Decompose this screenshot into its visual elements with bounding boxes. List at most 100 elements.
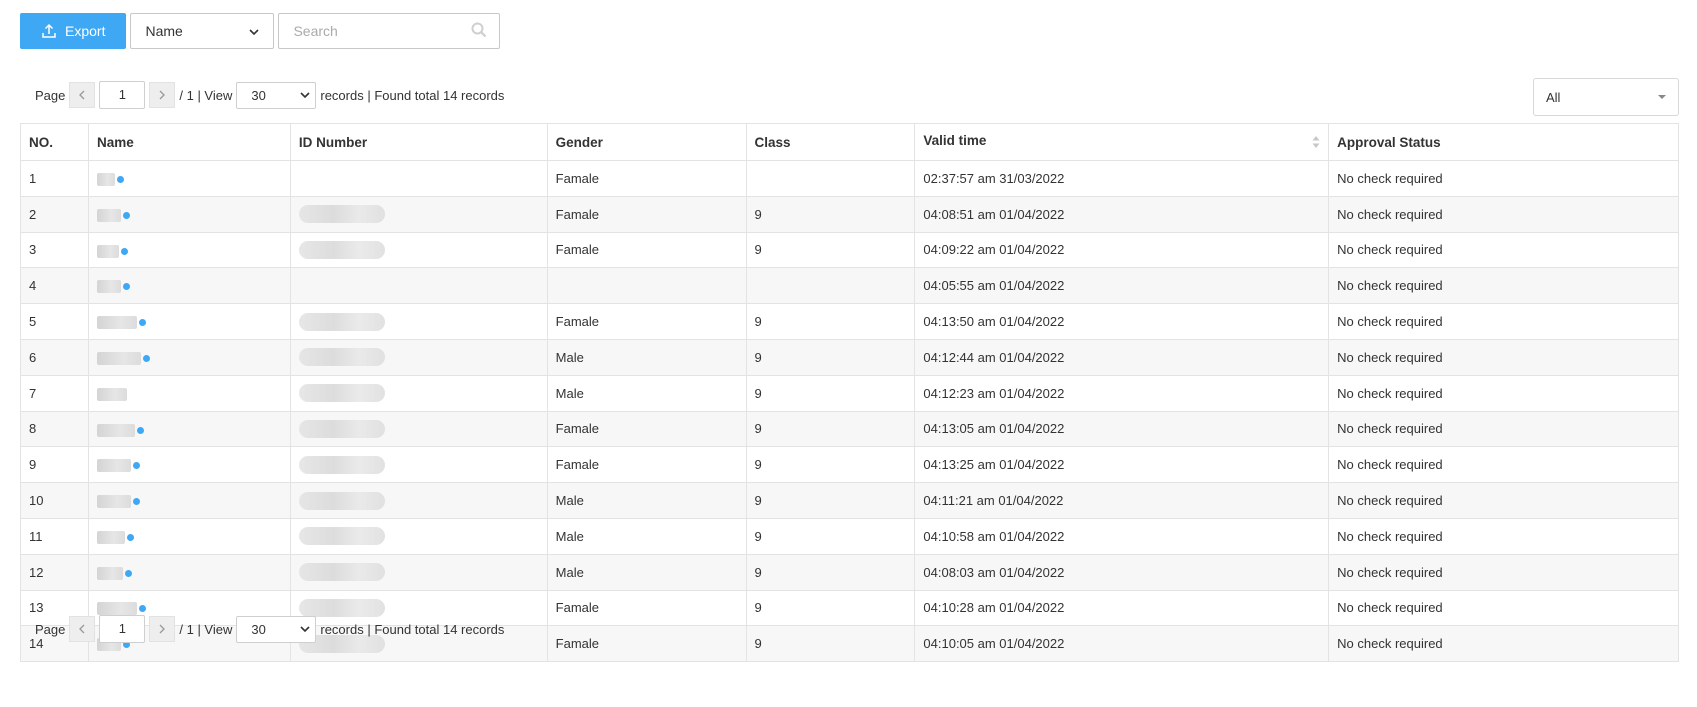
cell-no: 8 bbox=[20, 410, 89, 448]
cell-approval-status: No check required bbox=[1328, 410, 1679, 448]
column-header-approval-status[interactable]: Approval Status bbox=[1328, 123, 1679, 161]
cell-valid-time: 02:37:57 am 31/03/2022 bbox=[914, 160, 1330, 197]
search-field-value: Name bbox=[145, 23, 183, 39]
search-icon[interactable] bbox=[471, 22, 487, 41]
table-row[interactable]: 8 Famale 9 04:13:05 am 01/04/2022 No check r… bbox=[20, 410, 1679, 448]
cell-name[interactable] bbox=[87, 410, 291, 448]
cell-name[interactable] bbox=[87, 446, 291, 484]
column-header-class[interactable]: Class bbox=[745, 123, 916, 161]
table-row[interactable]: 12 Male 9 04:08:03 am 01/04/2022 No check re… bbox=[20, 553, 1679, 591]
search-box bbox=[278, 13, 501, 49]
cell-no: 12 bbox=[20, 553, 89, 591]
redacted-name bbox=[96, 280, 121, 294]
cell-valid-time: 04:11:21 am 01/04/2022 bbox=[914, 482, 1330, 519]
page-number-input[interactable]: 1 bbox=[99, 81, 146, 109]
cell-valid-time: 04:13:50 am 01/04/2022 bbox=[914, 303, 1330, 340]
redacted-name bbox=[96, 530, 125, 544]
table-row[interactable]: 6 Male 9 04:12:44 am 01/04/2022 No check req… bbox=[20, 338, 1679, 376]
status-dot-icon bbox=[138, 605, 146, 613]
table-row[interactable]: 9 Famale 9 04:13:25 am 01/04/2022 No check r… bbox=[20, 446, 1679, 484]
redacted-name bbox=[96, 316, 137, 330]
per-page-select[interactable]: 30 bbox=[236, 81, 317, 109]
total-pages-text: / 1 | View bbox=[179, 87, 233, 103]
cell-name[interactable] bbox=[87, 338, 291, 376]
cell-name[interactable] bbox=[87, 195, 291, 233]
cell-no: 1 bbox=[20, 160, 89, 197]
cell-valid-time: 04:12:23 am 01/04/2022 bbox=[914, 374, 1330, 412]
cell-class bbox=[745, 267, 916, 305]
search-input[interactable] bbox=[291, 22, 462, 40]
sort-icon[interactable] bbox=[1312, 135, 1320, 152]
redacted-name bbox=[96, 602, 137, 616]
search-field-select[interactable]: Name bbox=[130, 13, 275, 49]
cell-name[interactable] bbox=[87, 160, 291, 197]
cell-class: 9 bbox=[745, 231, 916, 269]
cell-gender: Male bbox=[546, 482, 747, 519]
redacted-id-number bbox=[298, 527, 385, 546]
cell-name[interactable] bbox=[87, 553, 291, 591]
cell-gender: Famale bbox=[546, 589, 747, 627]
cell-id-number bbox=[289, 303, 548, 340]
column-header-gender[interactable]: Gender bbox=[546, 123, 747, 161]
cell-name[interactable] bbox=[87, 231, 291, 269]
status-dot-icon bbox=[132, 462, 140, 470]
table-row[interactable]: 5 Famale 9 04:13:50 am 01/04/2022 No check r… bbox=[20, 303, 1679, 340]
cell-name[interactable] bbox=[87, 303, 291, 340]
redacted-id-number bbox=[298, 563, 385, 582]
records-text: records | Found total 14 records bbox=[320, 621, 505, 637]
table-row[interactable]: 10 Male 9 04:11:21 am 01/04/2022 No check re… bbox=[20, 482, 1679, 519]
cell-name[interactable] bbox=[87, 374, 291, 412]
cell-class: 9 bbox=[745, 553, 916, 591]
cell-approval-status: No check required bbox=[1328, 446, 1679, 484]
redacted-name bbox=[96, 387, 127, 401]
next-page-button[interactable] bbox=[149, 616, 176, 642]
cell-name[interactable] bbox=[87, 267, 291, 305]
table-row[interactable]: 3 Famale 9 04:09:22 am 01/04/2022 No check r… bbox=[20, 231, 1679, 269]
cell-gender: Famale bbox=[546, 303, 747, 340]
prev-page-button[interactable] bbox=[69, 82, 96, 108]
chevron-left-icon bbox=[79, 90, 85, 100]
redacted-id-number bbox=[298, 240, 385, 259]
redacted-name bbox=[96, 244, 119, 258]
records-table: NO. Name ID Number Gender Class Valid ti… bbox=[20, 123, 1679, 663]
cell-no: 3 bbox=[20, 231, 89, 269]
table-row[interactable]: 7 Male 9 04:12:23 am 01/04/2022 No check req… bbox=[20, 374, 1679, 412]
cell-approval-status: No check required bbox=[1328, 160, 1679, 197]
table-row[interactable]: 2 Famale 9 04:08:51 am 01/04/2022 No check r… bbox=[20, 195, 1679, 233]
cell-gender: Famale bbox=[546, 231, 747, 269]
redacted-name bbox=[96, 172, 115, 186]
cell-class: 9 bbox=[745, 482, 916, 519]
pager-top: Page 1 / 1 | View 30 records | Found tot… bbox=[35, 81, 504, 109]
cell-name[interactable] bbox=[87, 482, 291, 519]
cell-class: 9 bbox=[745, 625, 916, 663]
per-page-select[interactable]: 30 bbox=[236, 615, 317, 643]
table-row[interactable]: 4 04:05:55 am 01/04/2022 No check required bbox=[20, 267, 1679, 305]
cell-valid-time: 04:10:58 am 01/04/2022 bbox=[914, 517, 1330, 555]
pager-bottom: Page 1 / 1 | View 30 records | Found tot… bbox=[35, 615, 504, 643]
cell-approval-status: No check required bbox=[1328, 517, 1679, 555]
cell-name[interactable] bbox=[87, 517, 291, 555]
cell-no: 11 bbox=[20, 517, 89, 555]
cell-approval-status: No check required bbox=[1328, 553, 1679, 591]
table-row[interactable]: 11 Male 9 04:10:58 am 01/04/2022 No check re… bbox=[20, 517, 1679, 555]
export-button[interactable]: Export bbox=[20, 13, 127, 49]
column-header-no[interactable]: NO. bbox=[20, 123, 89, 161]
prev-page-button[interactable] bbox=[69, 616, 96, 642]
column-header-name[interactable]: Name bbox=[87, 123, 291, 161]
cell-valid-time: 04:12:44 am 01/04/2022 bbox=[914, 338, 1330, 376]
page-number-input[interactable]: 1 bbox=[99, 615, 146, 643]
cell-id-number bbox=[289, 160, 548, 197]
column-header-valid-time[interactable]: Valid time bbox=[914, 123, 1330, 161]
redacted-name bbox=[96, 566, 123, 580]
chevron-right-icon bbox=[159, 90, 166, 100]
cell-gender: Famale bbox=[546, 195, 747, 233]
column-header-id-number[interactable]: ID Number bbox=[289, 123, 548, 161]
next-page-button[interactable] bbox=[149, 82, 176, 108]
status-filter-select[interactable]: All bbox=[1533, 78, 1679, 116]
table-row[interactable]: 1 Famale 02:37:57 am 31/03/2022 No check re… bbox=[20, 160, 1679, 197]
status-filter-value: All bbox=[1546, 89, 1561, 105]
upload-icon bbox=[41, 23, 57, 39]
redacted-id-number bbox=[298, 384, 385, 403]
status-dot-icon bbox=[120, 247, 128, 255]
cell-valid-time: 04:09:22 am 01/04/2022 bbox=[914, 231, 1330, 269]
